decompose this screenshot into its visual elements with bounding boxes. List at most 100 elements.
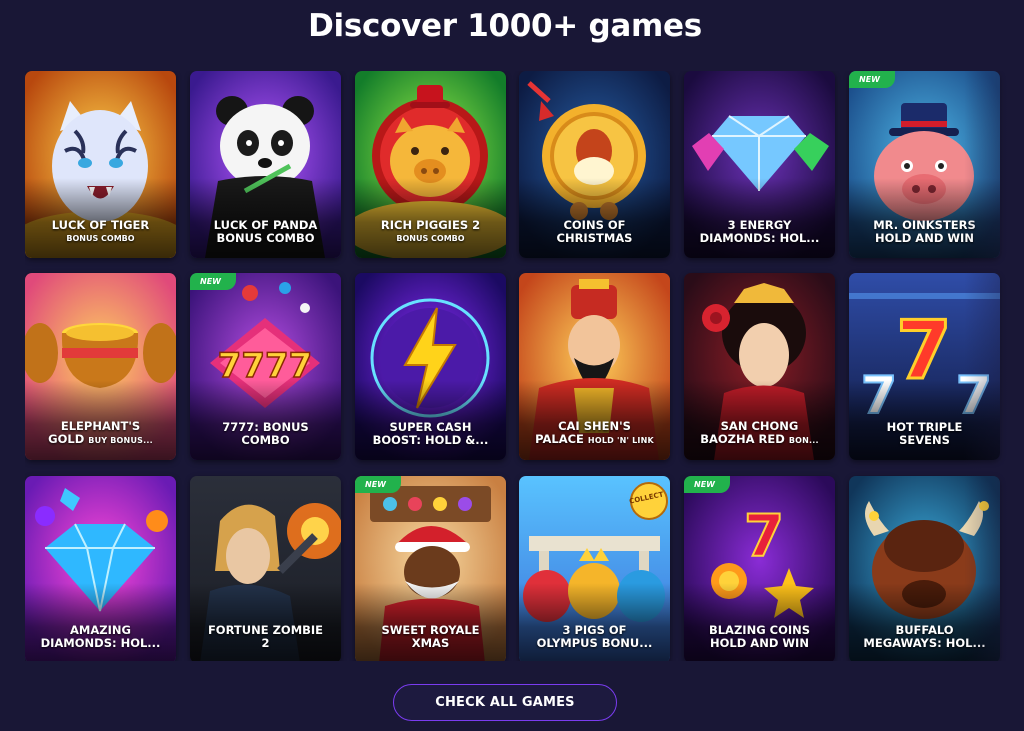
game-title: COINS OF CHRISTMAS <box>523 219 666 245</box>
game-title-line1: AMAZING <box>70 624 131 637</box>
game-title-line2-main: GOLD <box>48 433 85 446</box>
game-title-line1: 7777: BONUS <box>222 421 309 434</box>
game-title-line2-main: BOOST: HOLD &... <box>372 434 489 447</box>
game-title-line2: HOLD AND WIN <box>688 637 831 650</box>
game-card[interactable]: 7 7 7HOT TRIPLESEVENS <box>849 273 1000 460</box>
game-title: RICH PIGGIES 2 BONUS COMBO <box>359 219 502 245</box>
game-title-line2: OLYMPUS BONU... <box>523 637 666 650</box>
game-title-line2-main: BONUS COMBO <box>216 232 315 245</box>
game-title-suffix: BON... <box>788 436 819 445</box>
new-badge: NEW <box>190 273 236 290</box>
game-card[interactable]: 3 ENERGY DIAMONDS: HOL... <box>684 71 835 258</box>
game-title-line2: XMAS <box>359 637 502 650</box>
game-card[interactable]: SWEET ROYALE XMAS NEW <box>355 476 506 661</box>
game-card[interactable]: BUFFALO MEGAWAYS: HOL... <box>849 476 1000 661</box>
new-badge: NEW <box>684 476 730 493</box>
game-card[interactable]: LUCK OF TIGER BONUS COMBO <box>25 71 176 258</box>
game-title-line2: 2 <box>194 637 337 650</box>
game-title-line2: PALACE HOLD 'N' LINK <box>523 433 666 447</box>
label-shade <box>25 178 176 258</box>
game-title: 7777: BONUS COMBO <box>194 421 337 447</box>
game-title-line2-main: DIAMONDS: HOL... <box>40 637 161 650</box>
new-badge: NEW <box>849 71 895 88</box>
game-title-line2-main: PALACE <box>535 433 584 446</box>
page-title: Discover 1000+ games <box>308 8 702 44</box>
game-title: FORTUNE ZOMBIE 2 <box>194 624 337 650</box>
label-shade <box>684 178 835 258</box>
game-title-line1: LUCK OF PANDA <box>213 219 318 232</box>
game-title-line1: CAI SHEN'S <box>558 420 631 433</box>
game-title-line2: BONUS COMBO <box>194 232 337 245</box>
game-title-line2: BAOZHA RED BON... <box>688 433 831 447</box>
game-card[interactable]: CAI SHEN'S PALACE HOLD 'N' LINK <box>519 273 670 460</box>
game-card[interactable]: COINS OF CHRISTMAS <box>519 71 670 258</box>
game-title: SUPER CASH BOOST: HOLD &... <box>359 421 502 447</box>
game-title-suffix: HOLD 'N' LINK <box>587 436 654 445</box>
game-card[interactable]: RICH PIGGIES 2 BONUS COMBO <box>355 71 506 258</box>
game-title-line1: SWEET ROYALE <box>381 624 480 637</box>
game-title-line2-main: BAOZHA RED <box>700 433 785 446</box>
label-shade <box>355 178 506 258</box>
game-title-line2: GOLD BUY BONUS... <box>29 433 172 447</box>
game-title-line2: COMBO <box>194 434 337 447</box>
game-title-line2-main: XMAS <box>411 637 450 650</box>
game-title: ELEPHANT'S GOLD BUY BONUS... <box>29 420 172 447</box>
game-title: SWEET ROYALE XMAS <box>359 624 502 650</box>
game-title-line2-main: HOLD AND WIN <box>875 232 974 245</box>
game-title: HOT TRIPLE SEVENS <box>853 421 996 447</box>
game-title-line1: ELEPHANT'S <box>60 420 141 433</box>
game-title-line2-main: CHRISTMAS <box>556 232 633 245</box>
game-title-line2: DIAMONDS: HOL... <box>688 232 831 245</box>
game-title-line1: HOT TRIPLE <box>886 421 963 434</box>
game-card[interactable]: SAN CHONG BAOZHA RED BON... <box>684 273 835 460</box>
game-title: 3 ENERGY DIAMONDS: HOL... <box>688 219 831 245</box>
game-title-line1: SAN CHONG <box>720 420 799 433</box>
game-title-line2-main: MEGAWAYS: HOL... <box>863 637 986 650</box>
label-shade <box>519 178 670 258</box>
game-title-line2: SEVENS <box>853 434 996 447</box>
games-grid: LUCK OF TIGER BONUS COMBO LUCK OF PANDA BO… <box>25 71 1024 661</box>
label-shade <box>355 380 506 460</box>
game-title: LUCK OF PANDA BONUS COMBO <box>194 219 337 245</box>
game-title-suffix: BUY BONUS... <box>88 436 153 445</box>
game-title-line1: BLAZING COINS <box>708 624 811 637</box>
game-title-line1: BUFFALO <box>895 624 954 637</box>
game-card[interactable]: 7777 7777: BONUS COMBO NEW <box>190 273 341 460</box>
game-title-line2-main: OLYMPUS BONU... <box>536 637 653 650</box>
game-title-line2-main: 2 <box>261 637 270 650</box>
game-title-line2-main: BONUS COMBO <box>396 234 465 243</box>
game-title-line1: LUCK OF TIGER <box>51 219 150 232</box>
game-card[interactable]: COLLECT 3 PIGS OF OLYMPUS BONU... <box>519 476 670 661</box>
game-title: MR. OINKSTERS HOLD AND WIN <box>853 219 996 245</box>
game-card[interactable]: FORTUNE ZOMBIE 2 <box>190 476 341 661</box>
game-card[interactable]: MR. OINKSTERS HOLD AND WIN NEW <box>849 71 1000 258</box>
game-title-line2: BOOST: HOLD &... <box>359 434 502 447</box>
game-title-line1: SUPER CASH <box>389 421 472 434</box>
game-title-line1: FORTUNE ZOMBIE <box>207 624 324 637</box>
game-title-line2: BONUS COMBO <box>359 232 502 245</box>
game-title-line2-main: DIAMONDS: HOL... <box>699 232 820 245</box>
game-title-line1: COINS OF <box>563 219 626 232</box>
game-title-line1: RICH PIGGIES 2 <box>380 219 481 232</box>
game-card[interactable]: AMAZING DIAMONDS: HOL... <box>25 476 176 661</box>
game-title-line1: 3 PIGS OF <box>562 624 627 637</box>
label-shade <box>190 178 341 258</box>
game-title: BLAZING COINS HOLD AND WIN <box>688 624 831 650</box>
check-all-games-button[interactable]: CHECK ALL GAMES <box>393 684 617 721</box>
game-title-line2-main: SEVENS <box>899 434 950 447</box>
game-title: AMAZING DIAMONDS: HOL... <box>29 624 172 650</box>
game-title-line2: DIAMONDS: HOL... <box>29 637 172 650</box>
label-shade <box>849 380 1000 460</box>
game-title: BUFFALO MEGAWAYS: HOL... <box>853 624 996 650</box>
game-title: CAI SHEN'S PALACE HOLD 'N' LINK <box>523 420 666 447</box>
game-card[interactable]: 7 BLAZING COINS HOLD AND WIN NEW <box>684 476 835 661</box>
label-shade <box>849 178 1000 258</box>
game-title-line2-main: HOLD AND WIN <box>710 637 809 650</box>
game-title-line1: MR. OINKSTERS <box>873 219 976 232</box>
new-badge: NEW <box>355 476 401 493</box>
game-card[interactable]: SUPER CASH BOOST: HOLD &... <box>355 273 506 460</box>
game-card[interactable]: LUCK OF PANDA BONUS COMBO <box>190 71 341 258</box>
svg-text:7: 7 <box>744 502 784 570</box>
game-title-line2: CHRISTMAS <box>523 232 666 245</box>
game-card[interactable]: ELEPHANT'S GOLD BUY BONUS... <box>25 273 176 460</box>
